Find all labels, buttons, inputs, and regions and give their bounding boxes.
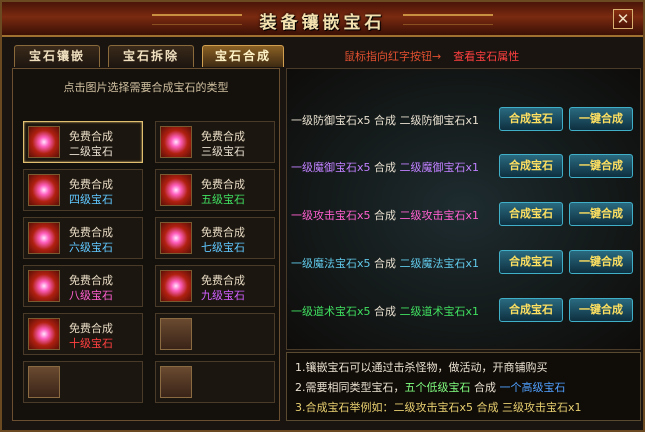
close-button[interactable]: ✕ (613, 9, 633, 29)
gem-icon (160, 126, 192, 158)
recipe-text: 一级攻击宝石x5 合成 二级攻击宝石x1 (291, 207, 479, 223)
slot-level: 七级宝石 (201, 241, 245, 254)
gem-slot-level-6[interactable]: 免费合成 六级宝石 (23, 217, 143, 259)
hint-label: 鼠标指向红字按钮→ (344, 50, 442, 63)
slot-level: 十级宝石 (69, 337, 113, 350)
one-click-synthesize-button[interactable]: 一键合成 (569, 202, 633, 226)
gem-slot-level-3[interactable]: 免费合成 三级宝石 (155, 121, 275, 163)
synthesize-gem-button[interactable]: 合成宝石 (499, 202, 563, 226)
synthesize-gem-button[interactable]: 合成宝石 (499, 154, 563, 178)
note-1: 1.镶嵌宝石可以通过击杀怪物，做活动，开商铺购买 (295, 361, 548, 374)
gem-icon (160, 270, 192, 302)
recipe-text: 一级魔御宝石x5 合成 二级魔御宝石x1 (291, 159, 479, 175)
gem-slot-level-10[interactable]: 免费合成 十级宝石 (23, 313, 143, 355)
empty-slot (23, 361, 143, 403)
gem-slot-level-7[interactable]: 免费合成 七级宝石 (155, 217, 275, 259)
gem-icon (28, 126, 60, 158)
empty-slot-icon (28, 366, 60, 398)
recipe-text: 一级防御宝石x5 合成 二级防御宝石x1 (291, 112, 479, 128)
window-title: 装备镶嵌宝石 (259, 13, 386, 33)
recipe-row-defense: 一级防御宝石x5 合成 二级防御宝石x1 合成宝石 一键合成 (287, 107, 642, 131)
slot-level: 九级宝石 (201, 289, 245, 302)
recipe-text: 一级魔法宝石x5 合成 二级魔法宝石x1 (291, 255, 479, 271)
recipe-row-taoist: 一级道术宝石x5 合成 二级道术宝石x1 合成宝石 一键合成 (287, 298, 642, 322)
recipe-result: 二级魔法宝石x1 (399, 257, 480, 270)
slot-label: 免费合成 (201, 130, 245, 143)
slot-label: 免费合成 (201, 274, 245, 287)
recipe-row-magic: 一级魔法宝石x5 合成 二级魔法宝石x1 合成宝石 一键合成 (287, 250, 642, 274)
gem-icon (28, 222, 60, 254)
slot-level: 六级宝石 (69, 241, 113, 254)
gem-type-panel: 点击图片选择需要合成宝石的类型 免费合成 二级宝石 免费合成 三级宝石 免费合成… (12, 68, 280, 421)
recipe-op: 合成 (374, 161, 397, 174)
one-click-synthesize-button[interactable]: 一键合成 (569, 298, 633, 322)
empty-slot (155, 313, 275, 355)
gem-slot-level-9[interactable]: 免费合成 九级宝石 (155, 265, 275, 307)
slot-label: 免费合成 (69, 274, 113, 287)
recipe-source: 一级道术宝石x5 (291, 305, 371, 318)
slot-level: 四级宝石 (69, 193, 113, 206)
empty-slot-icon (160, 318, 192, 350)
title-bar: 装备镶嵌宝石 ✕ (2, 2, 643, 37)
gem-slot-level-2[interactable]: 免费合成 二级宝石 (23, 121, 143, 163)
recipe-row-magic-defense: 一级魔御宝石x5 合成 二级魔御宝石x1 合成宝石 一键合成 (287, 154, 642, 178)
note-3: 3.合成宝石举例如：二级攻击宝石x5 合成 三级攻击宝石x1 (295, 401, 582, 414)
empty-slot (155, 361, 275, 403)
tab-gem-inlay[interactable]: 宝石镶嵌 (14, 45, 100, 67)
slot-label: 免费合成 (201, 178, 245, 191)
synthesize-gem-button[interactable]: 合成宝石 (499, 250, 563, 274)
gem-icon (160, 174, 192, 206)
slot-level: 二级宝石 (69, 145, 113, 158)
gem-inlay-window: 装备镶嵌宝石 ✕ 宝石镶嵌 宝石拆除 宝石合成 鼠标指向红字按钮→ 查看宝石属性 … (0, 0, 645, 432)
recipe-result: 二级道术宝石x1 (399, 305, 480, 318)
gem-icon (160, 222, 192, 254)
recipe-source: 一级攻击宝石x5 (291, 209, 371, 222)
gem-icon (28, 174, 60, 206)
recipe-op: 合成 (374, 209, 397, 222)
recipe-result: 二级魔御宝石x1 (399, 161, 480, 174)
recipe-result: 二级防御宝石x1 (399, 114, 480, 127)
recipe-op: 合成 (374, 305, 397, 318)
gem-slot-level-4[interactable]: 免费合成 四级宝石 (23, 169, 143, 211)
note-2-prefix: 2.需要相同类型宝石， (295, 381, 405, 394)
recipe-source: 一级魔法宝石x5 (291, 257, 371, 270)
empty-slot-icon (160, 366, 192, 398)
slot-label: 免费合成 (69, 226, 113, 239)
recipe-op: 合成 (374, 114, 397, 127)
gem-slot-level-8[interactable]: 免费合成 八级宝石 (23, 265, 143, 307)
one-click-synthesize-button[interactable]: 一键合成 (569, 107, 633, 131)
note-2: 2.需要相同类型宝石，五个低级宝石 合成 一个高级宝石 (295, 379, 566, 395)
note-2-high-gem: 一个高级宝石 (499, 381, 566, 394)
gem-type-instruction: 点击图片选择需要合成宝石的类型 (63, 81, 229, 94)
recipe-op: 合成 (374, 257, 397, 270)
slot-label: 免费合成 (201, 226, 245, 239)
tab-gem-synthesis[interactable]: 宝石合成 (202, 45, 284, 67)
recipe-row-attack: 一级攻击宝石x5 合成 二级攻击宝石x1 合成宝石 一键合成 (287, 202, 642, 226)
slot-level: 五级宝石 (201, 193, 245, 206)
gem-icon (28, 270, 60, 302)
hint-text: 鼠标指向红字按钮→ 查看宝石属性 (344, 48, 519, 64)
slot-label: 免费合成 (69, 178, 113, 191)
recipe-source: 一级魔御宝石x5 (291, 161, 371, 174)
one-click-synthesize-button[interactable]: 一键合成 (569, 250, 633, 274)
note-2-low-gems: 五个低级宝石 (404, 381, 471, 394)
synthesis-notes: 1.镶嵌宝石可以通过击杀怪物，做活动，开商铺购买 2.需要相同类型宝石，五个低级… (286, 352, 641, 421)
synthesis-recipe-panel: 一级防御宝石x5 合成 二级防御宝石x1 合成宝石 一键合成 一级魔御宝石x5 … (286, 68, 641, 350)
gem-slot-level-5[interactable]: 免费合成 五级宝石 (155, 169, 275, 211)
recipe-text: 一级道术宝石x5 合成 二级道术宝石x1 (291, 303, 479, 319)
one-click-synthesize-button[interactable]: 一键合成 (569, 154, 633, 178)
gem-icon (28, 318, 60, 350)
tab-gem-remove[interactable]: 宝石拆除 (108, 45, 194, 67)
note-2-op: 合成 (474, 381, 496, 394)
slot-level: 三级宝石 (201, 145, 245, 158)
synthesize-gem-button[interactable]: 合成宝石 (499, 298, 563, 322)
slot-label: 免费合成 (69, 130, 113, 143)
recipe-result: 二级攻击宝石x1 (399, 209, 480, 222)
recipe-source: 一级防御宝石x5 (291, 114, 371, 127)
slot-label: 免费合成 (69, 322, 113, 335)
synthesize-gem-button[interactable]: 合成宝石 (499, 107, 563, 131)
slot-level: 八级宝石 (69, 289, 113, 302)
view-gem-attributes-link[interactable]: 查看宝石属性 (453, 50, 519, 63)
